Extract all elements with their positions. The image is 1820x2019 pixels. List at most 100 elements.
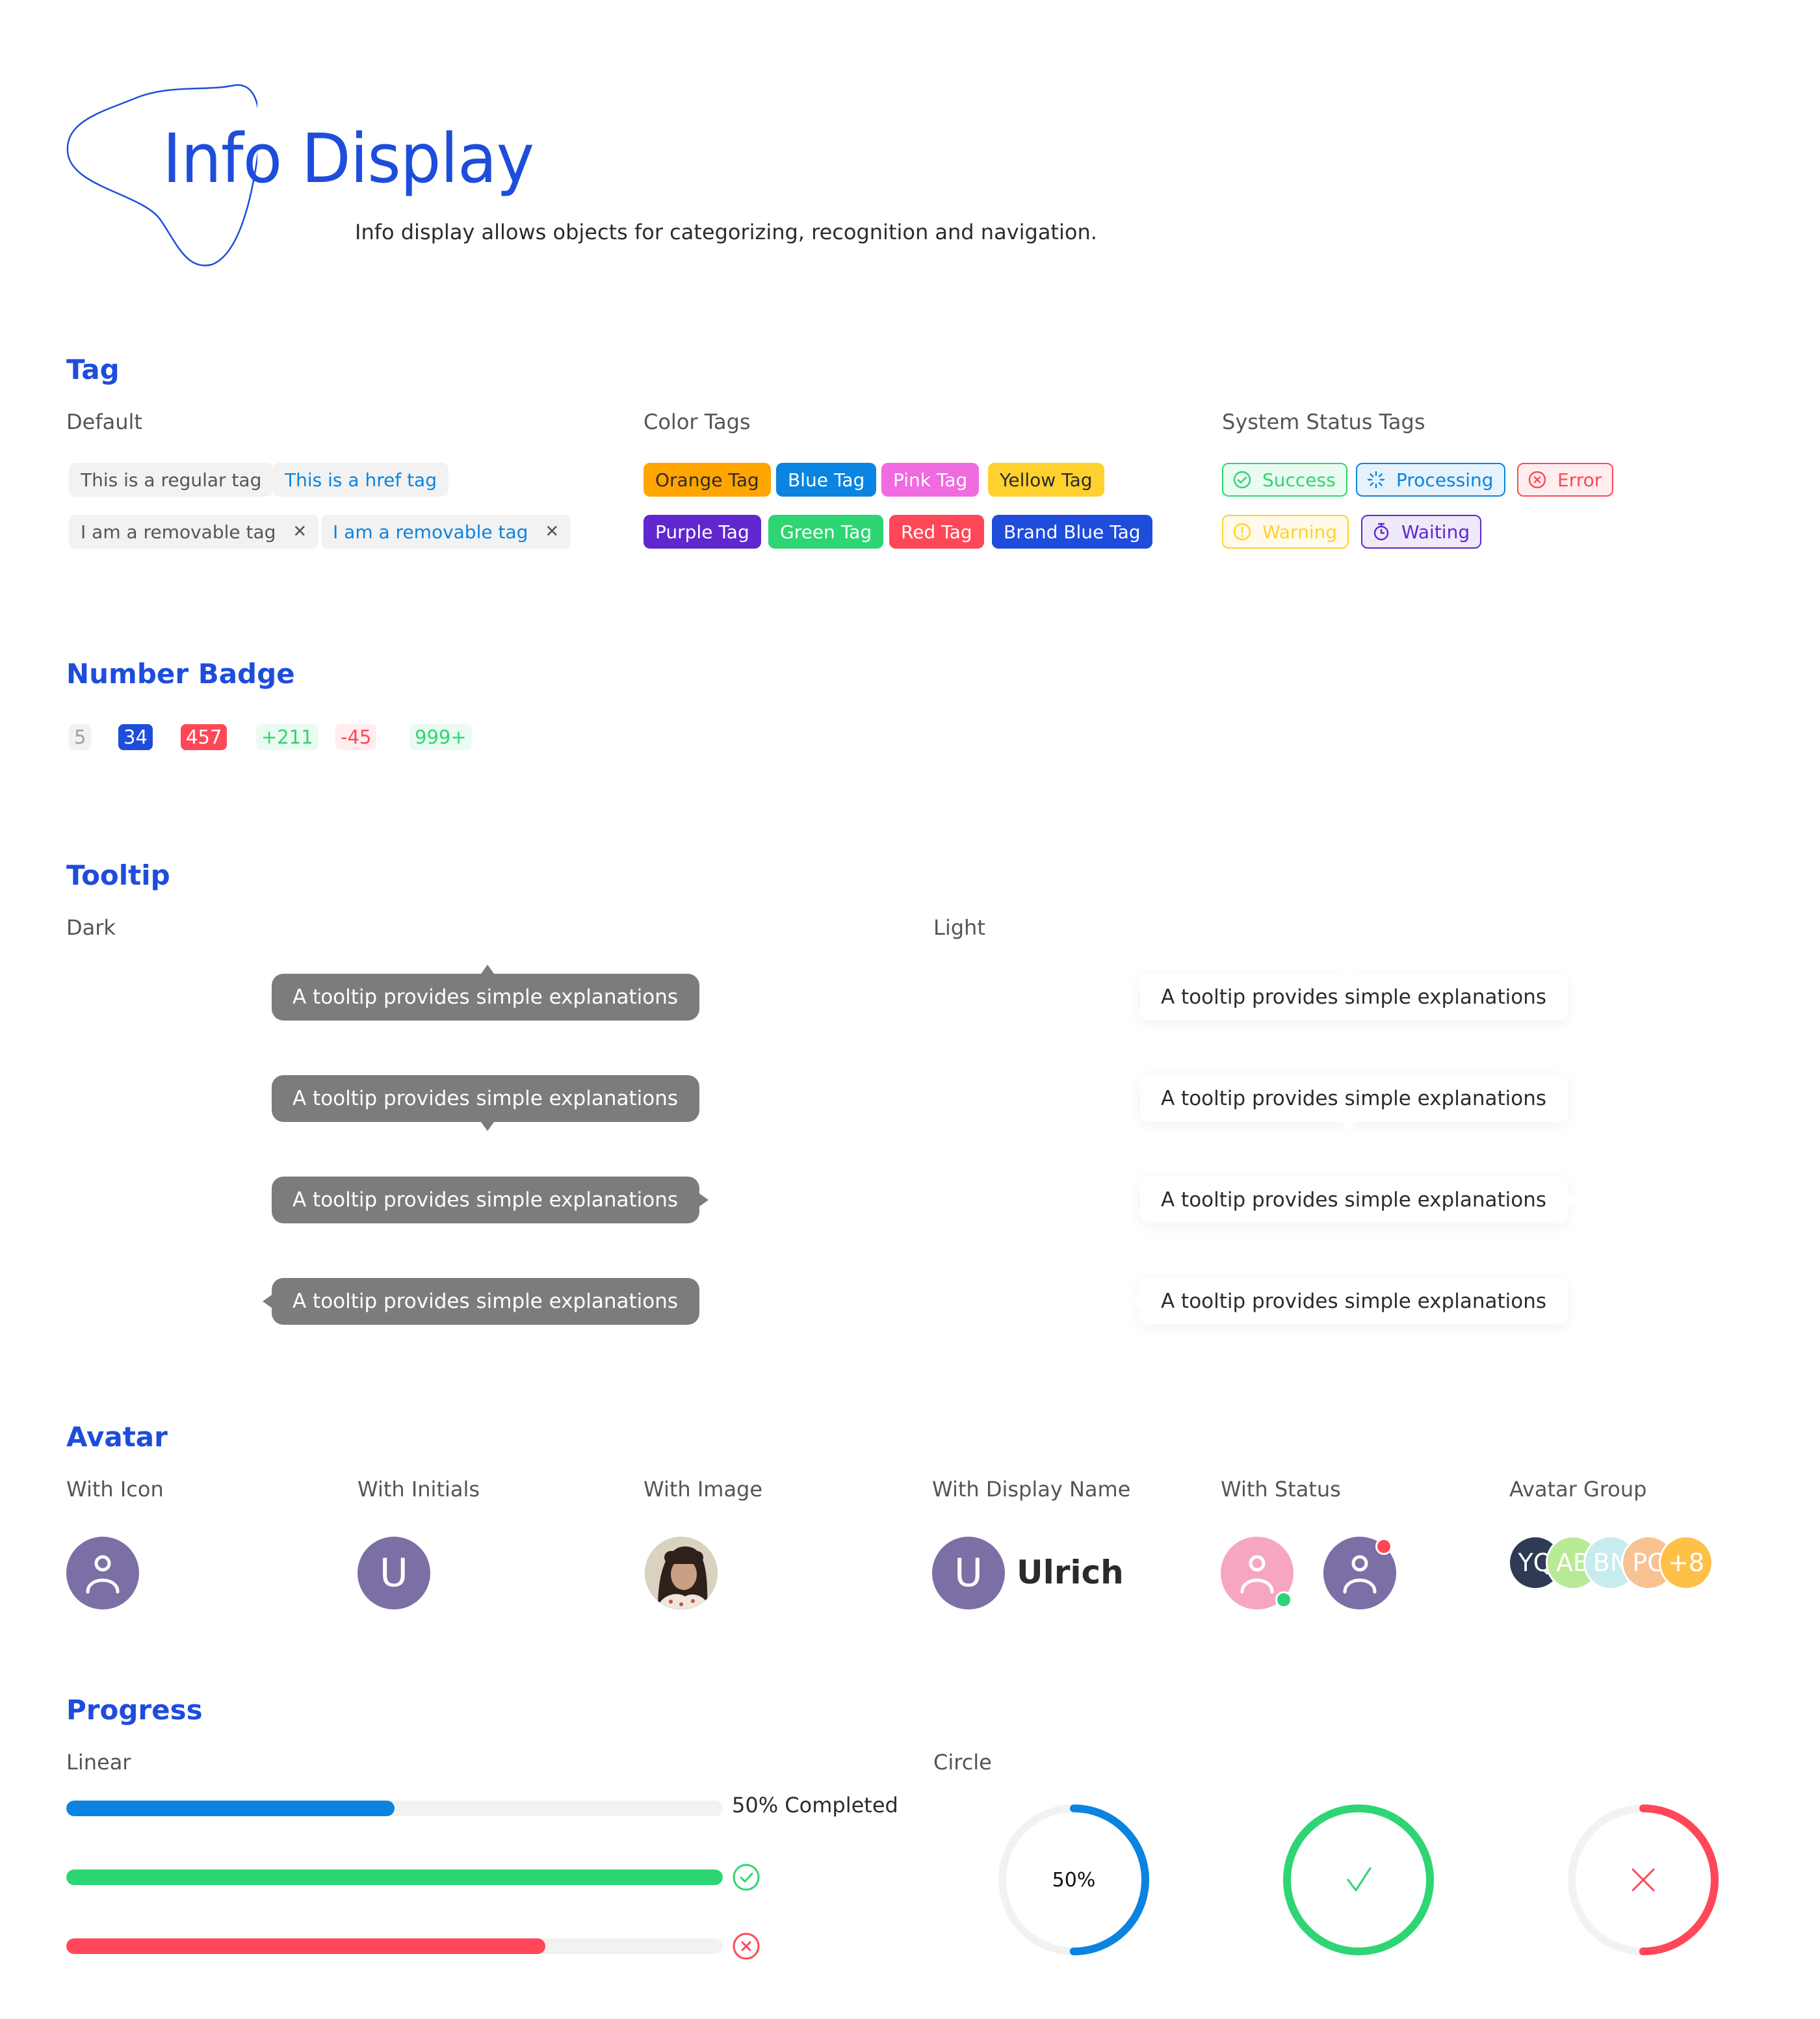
x-circle-icon bbox=[733, 1933, 760, 1960]
tag-label[interactable]: I am a removable tag bbox=[333, 521, 528, 543]
regular-tag: This is a regular tag bbox=[69, 463, 274, 497]
avatar-with-icon[interactable] bbox=[66, 1537, 139, 1609]
notification-status-dot bbox=[1375, 1538, 1392, 1555]
page-title: Info Display bbox=[162, 119, 534, 198]
linear-progress-track-active bbox=[66, 1801, 723, 1816]
user-icon bbox=[86, 1555, 120, 1594]
circle-progress-active: 50% bbox=[994, 1801, 1153, 1959]
tooltip-text: A tooltip provides simple explanations bbox=[1161, 1290, 1546, 1313]
color-tag: Yellow Tag bbox=[988, 463, 1104, 497]
avatar-group-label: Avatar Group bbox=[1509, 1477, 1647, 1502]
number-badge: 999+ bbox=[410, 724, 472, 750]
tooltip-arrow-right bbox=[1568, 1193, 1577, 1206]
status-tag-waiting: Waiting bbox=[1361, 515, 1482, 549]
tooltip-text: A tooltip provides simple explanations bbox=[292, 985, 678, 1009]
color-tags-label: Color Tags bbox=[644, 410, 751, 434]
tooltip-arrow-left bbox=[1131, 1295, 1140, 1308]
tooltip-arrow-left bbox=[263, 1295, 272, 1308]
section-title-progress: Progress bbox=[66, 1694, 203, 1726]
dark-tooltips-label: Dark bbox=[66, 915, 116, 940]
tag-label: Warning bbox=[1262, 521, 1338, 543]
tag-label: Success bbox=[1262, 469, 1336, 491]
tooltip-arrow-up bbox=[1342, 965, 1355, 974]
close-icon bbox=[1632, 1868, 1655, 1892]
tooltip-text: A tooltip provides simple explanations bbox=[1161, 1188, 1546, 1212]
tag-label: Error bbox=[1557, 469, 1602, 491]
circle-progress-success bbox=[1279, 1801, 1438, 1959]
stopwatch-icon bbox=[1372, 522, 1391, 541]
x-circle-icon bbox=[1528, 470, 1547, 489]
avatar-with-image[interactable] bbox=[645, 1537, 718, 1609]
tooltip-text: A tooltip provides simple explanations bbox=[1161, 985, 1546, 1009]
avatar-with-initials[interactable]: U bbox=[358, 1537, 430, 1609]
color-tag: Green Tag bbox=[768, 515, 884, 549]
default-tags-label: Default bbox=[66, 410, 142, 434]
tooltip-text: A tooltip provides simple explanations bbox=[292, 1188, 678, 1212]
user-icon bbox=[1240, 1555, 1274, 1594]
tooltip-arrow-down bbox=[481, 1122, 494, 1131]
status-tag-processing: Processing bbox=[1356, 463, 1505, 497]
tag-label: Red Tag bbox=[901, 521, 972, 543]
tag-label: I am a removable tag bbox=[81, 521, 276, 543]
tooltip-text: A tooltip provides simple explanations bbox=[292, 1290, 678, 1313]
close-icon[interactable]: ✕ bbox=[292, 522, 307, 541]
tag-label[interactable]: This is a href tag bbox=[285, 469, 437, 491]
tag-label: This is a regular tag bbox=[81, 469, 262, 491]
avatar-status-notification[interactable] bbox=[1323, 1537, 1396, 1609]
number-badge: +211 bbox=[256, 724, 318, 750]
href-tag[interactable]: This is a href tag bbox=[273, 463, 448, 497]
dark-tooltip-down: A tooltip provides simple explanations bbox=[272, 1075, 699, 1131]
linear-progress-label: Linear bbox=[66, 1750, 131, 1775]
section-title-avatar: Avatar bbox=[66, 1421, 168, 1453]
tag-label: Yellow Tag bbox=[1000, 469, 1093, 491]
circle-progress-label: Circle bbox=[933, 1750, 992, 1775]
color-tag: Orange Tag bbox=[644, 463, 771, 497]
linear-progress-track-error bbox=[66, 1938, 723, 1954]
tag-label: Pink Tag bbox=[893, 469, 968, 491]
light-tooltip-down: A tooltip provides simple explanations bbox=[1140, 1075, 1568, 1131]
color-tag: Brand Blue Tag bbox=[992, 515, 1152, 549]
tooltip-text: A tooltip provides simple explanations bbox=[292, 1087, 678, 1110]
check-circle-icon bbox=[733, 1864, 760, 1891]
tag-label: Waiting bbox=[1401, 521, 1470, 543]
status-tag-warning: Warning bbox=[1222, 515, 1349, 549]
page-subtitle: Info display allows objects for categori… bbox=[355, 220, 1097, 244]
tooltip-text: A tooltip provides simple explanations bbox=[1161, 1087, 1546, 1110]
section-title-number-badge: Number Badge bbox=[66, 658, 295, 690]
linear-progress-fill bbox=[66, 1938, 546, 1954]
with-icon-label: With Icon bbox=[66, 1477, 164, 1502]
with-initials-label: With Initials bbox=[358, 1477, 480, 1502]
linear-progress-fill bbox=[66, 1801, 395, 1816]
section-title-tooltip: Tooltip bbox=[66, 859, 170, 891]
light-tooltip-up: A tooltip provides simple explanations bbox=[1140, 965, 1568, 1021]
tooltip-arrow-up bbox=[481, 965, 494, 974]
linear-progress-fill bbox=[66, 1869, 723, 1885]
with-status-label: With Status bbox=[1221, 1477, 1341, 1502]
circle-progress-label: 50% bbox=[1052, 1868, 1096, 1892]
light-tooltips-label: Light bbox=[933, 915, 985, 940]
tag-label: Green Tag bbox=[780, 521, 872, 543]
removable-href-tag[interactable]: I am a removable tag ✕ bbox=[321, 515, 571, 549]
color-tag: Blue Tag bbox=[776, 463, 877, 497]
light-tooltip-right: A tooltip provides simple explanations bbox=[1140, 1177, 1577, 1223]
user-icon bbox=[1343, 1555, 1377, 1594]
status-tag-error: Error bbox=[1517, 463, 1614, 497]
light-tooltip-left: A tooltip provides simple explanations bbox=[1131, 1278, 1568, 1325]
number-badge: 457 bbox=[181, 724, 228, 750]
spinner-icon bbox=[1366, 470, 1386, 489]
tag-label: Brand Blue Tag bbox=[1004, 521, 1141, 543]
avatar-status-online[interactable] bbox=[1221, 1537, 1294, 1609]
dark-tooltip-up: A tooltip provides simple explanations bbox=[272, 965, 699, 1021]
group-avatar[interactable]: +8 bbox=[1659, 1535, 1713, 1590]
dark-tooltip-right: A tooltip provides simple explanations bbox=[272, 1177, 708, 1223]
tag-label: Orange Tag bbox=[655, 469, 759, 491]
tag-label: Processing bbox=[1396, 469, 1494, 491]
progress-label: 50% Completed bbox=[732, 1793, 898, 1817]
tag-label: Blue Tag bbox=[788, 469, 865, 491]
tooltip-arrow-right bbox=[699, 1193, 708, 1206]
color-tag: Pink Tag bbox=[881, 463, 980, 497]
number-badge: 34 bbox=[118, 724, 153, 750]
avatar-display-name[interactable]: U bbox=[932, 1537, 1005, 1609]
color-tag: Red Tag bbox=[889, 515, 984, 549]
close-icon[interactable]: ✕ bbox=[545, 522, 559, 541]
